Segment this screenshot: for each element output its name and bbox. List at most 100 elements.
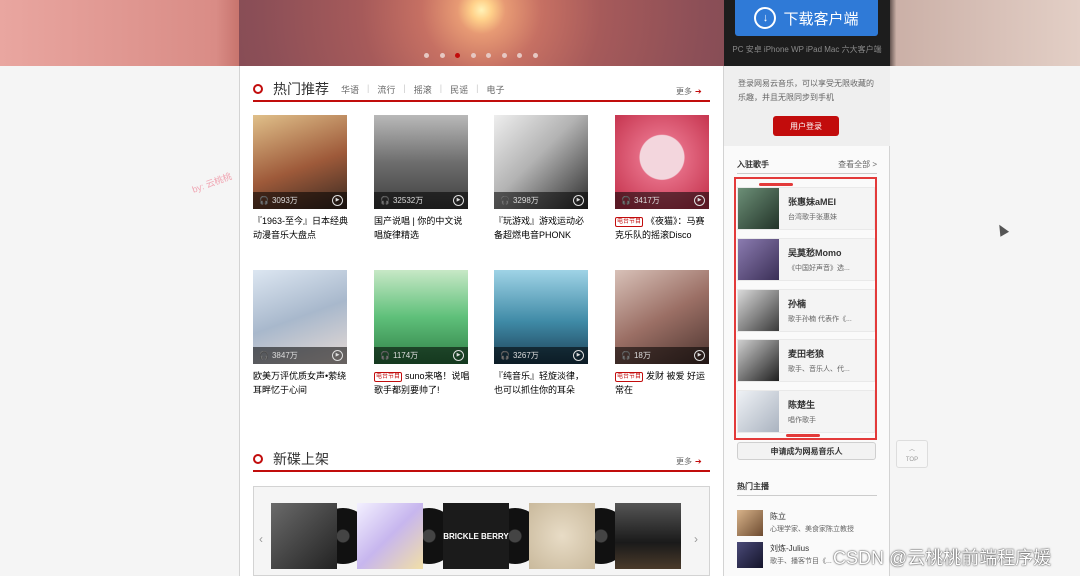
- chevron-left-icon[interactable]: ‹: [259, 532, 263, 546]
- chevron-up-icon: ︿: [908, 447, 915, 453]
- album-cover[interactable]: BRICKLE BERRY: [443, 503, 509, 569]
- carousel-dot[interactable]: [533, 53, 538, 58]
- headphones-icon: 🎧: [500, 196, 510, 205]
- playlist-card[interactable]: 🎧 18万 ▶ 电台节目 发财 被爱 好运常在: [615, 270, 709, 397]
- playlist-title[interactable]: 『玩游戏』游戏运动必备超燃电音PHONK: [494, 214, 590, 242]
- headphones-icon: 🎧: [621, 351, 631, 360]
- playlist-cover[interactable]: 🎧 18万 ▶: [615, 270, 709, 364]
- anchor-photo: [737, 542, 763, 568]
- carousel-dot[interactable]: [440, 53, 445, 58]
- playlist-cover[interactable]: 🎧 1174万 ▶: [374, 270, 468, 364]
- playlist-cover[interactable]: 🎧 3298万 ▶: [494, 115, 588, 209]
- singer-photo: [738, 391, 779, 432]
- album-cover[interactable]: [529, 503, 595, 569]
- album-item[interactable]: BRICKLE BERRY: [443, 503, 543, 569]
- radio-badge: 电台节目: [615, 372, 644, 382]
- singer-item[interactable]: 孙楠 歌手孙楠 代表作《...: [737, 289, 875, 332]
- playlist-title[interactable]: 欧美万评优质女声•萦绕耳畔忆于心间: [253, 369, 349, 397]
- playlist-title[interactable]: 国产说唱 | 你的中文说唱旋律精选: [374, 214, 470, 242]
- playlist-title[interactable]: 『1963-至今』日本经典动漫音乐大盘点: [253, 214, 349, 242]
- anchor-item[interactable]: 陈立 心理学家、美食家陈立教授: [737, 510, 877, 538]
- playlist-card[interactable]: 🎧 3417万 ▶ 电台节目 《夜猫》：马赛克乐队的摇滚Disco: [615, 115, 709, 242]
- carousel-dots[interactable]: [424, 53, 544, 59]
- singer-item[interactable]: 麦田老狼 歌手、音乐人、代...: [737, 339, 875, 382]
- csdn-watermark: CSDN @云桃桃前端程序媛: [833, 548, 1052, 568]
- mouse-cursor-icon: [994, 222, 1010, 237]
- singer-photo: [738, 188, 779, 229]
- singers-header: 入驻歌手 查看全部 >: [737, 159, 877, 174]
- playlist-cover[interactable]: 🎧 3093万 ▶: [253, 115, 347, 209]
- playlist-card[interactable]: 🎧 1174万 ▶ 电台节目 suno来咯！说唱歌手都别要帅了!: [374, 270, 470, 397]
- play-icon[interactable]: ▶: [573, 350, 584, 361]
- apply-musician-button[interactable]: 申请成为网易音乐人: [737, 442, 876, 460]
- tag-link[interactable]: 民谣: [450, 83, 476, 96]
- new-albums-more-link[interactable]: 更多 ➔: [676, 456, 702, 467]
- tag-link[interactable]: 华语: [341, 83, 367, 96]
- playlist-title[interactable]: 电台节目 suno来咯！说唱歌手都别要帅了!: [374, 369, 470, 397]
- album-item[interactable]: [529, 503, 629, 569]
- divider: |: [403, 83, 406, 93]
- tag-link[interactable]: 摇滚: [414, 83, 440, 96]
- carousel-dot[interactable]: [471, 53, 476, 58]
- tag-link[interactable]: 电子: [486, 83, 512, 96]
- carousel-dot[interactable]: [517, 53, 522, 58]
- tag-link[interactable]: 流行: [377, 83, 403, 96]
- user-login-button[interactable]: 用户登录: [773, 116, 839, 136]
- playlist-cover[interactable]: 🎧 3417万 ▶: [615, 115, 709, 209]
- playlist-card[interactable]: 🎧 3093万 ▶ 『1963-至今』日本经典动漫音乐大盘点: [253, 115, 349, 242]
- radio-badge: 电台节目: [615, 217, 644, 227]
- play-icon[interactable]: ▶: [573, 195, 584, 206]
- download-client-button[interactable]: ↓ 下载客户端: [735, 0, 878, 36]
- play-icon[interactable]: ▶: [332, 350, 343, 361]
- carousel-dot[interactable]: [486, 53, 491, 58]
- carousel-dot[interactable]: [424, 53, 429, 58]
- hot-recommend-title: 热门推荐: [253, 79, 329, 99]
- arrow-right-icon: ➔: [695, 457, 702, 466]
- playlist-title[interactable]: 电台节目 发财 被爱 好运常在: [615, 369, 711, 397]
- carousel-dot-active[interactable]: [455, 53, 460, 58]
- section-ring-icon: [253, 84, 263, 94]
- download-platforms: PC 安卓 iPhone WP iPad Mac 六大客户端: [732, 45, 882, 54]
- playlist-cover[interactable]: 🎧 32532万 ▶: [374, 115, 468, 209]
- carousel-dot[interactable]: [502, 53, 507, 58]
- play-icon[interactable]: ▶: [694, 350, 705, 361]
- singer-photo: [738, 290, 779, 331]
- playlist-card[interactable]: 🎧 3298万 ▶ 『玩游戏』游戏运动必备超燃电音PHONK: [494, 115, 588, 242]
- singer-item[interactable]: 吴莫愁Momo 《中国好声音》选...: [737, 238, 875, 281]
- playlist-title[interactable]: 『纯音乐』轻旋淡律，也可以抓住你的耳朵: [494, 369, 590, 397]
- anchors-header: 热门主播: [737, 481, 877, 496]
- radio-badge: 电台节目: [374, 372, 403, 382]
- view-all-link[interactable]: 查看全部 >: [838, 159, 877, 170]
- watermark-text: by: 云桃桃: [190, 171, 234, 195]
- playlist-card[interactable]: 🎧 3267万 ▶ 『纯音乐』轻旋淡律，也可以抓住你的耳朵: [494, 270, 588, 397]
- album-item[interactable]: [357, 503, 457, 569]
- section-divider: [253, 100, 710, 102]
- play-icon[interactable]: ▶: [332, 195, 343, 206]
- playlist-cover[interactable]: 🎧 3847万 ▶: [253, 270, 347, 364]
- singer-item[interactable]: 陈楚生 唱作歌手: [737, 390, 875, 433]
- highlight-mark: [786, 434, 820, 437]
- album-cover[interactable]: [357, 503, 423, 569]
- playlist-title[interactable]: 电台节目 《夜猫》：马赛克乐队的摇滚Disco: [615, 214, 711, 242]
- album-item[interactable]: [271, 503, 371, 569]
- new-albums-title: 新碟上架: [253, 449, 329, 469]
- play-icon[interactable]: ▶: [453, 195, 464, 206]
- divider: |: [367, 83, 370, 93]
- headphones-icon: 🎧: [380, 196, 390, 205]
- playlist-card[interactable]: 🎧 3847万 ▶ 欧美万评优质女声•萦绕耳畔忆于心间: [253, 270, 347, 397]
- divider: |: [476, 83, 479, 93]
- play-icon[interactable]: ▶: [694, 195, 705, 206]
- singer-item[interactable]: 张惠妹aMEI 台湾歌手张惠妹: [737, 187, 875, 230]
- album-cover[interactable]: [615, 503, 681, 569]
- hot-more-link[interactable]: 更多 ➔: [676, 86, 702, 97]
- headphones-icon: 🎧: [380, 351, 390, 360]
- play-icon[interactable]: ▶: [453, 350, 464, 361]
- download-icon: ↓: [754, 7, 777, 29]
- back-to-top-button[interactable]: ︿ TOP: [896, 440, 928, 468]
- album-item[interactable]: [615, 503, 695, 569]
- section-divider: [253, 470, 710, 472]
- headphones-icon: 🎧: [259, 351, 269, 360]
- playlist-cover[interactable]: 🎧 3267万 ▶: [494, 270, 588, 364]
- playlist-card[interactable]: 🎧 32532万 ▶ 国产说唱 | 你的中文说唱旋律精选: [374, 115, 468, 242]
- album-cover[interactable]: [271, 503, 337, 569]
